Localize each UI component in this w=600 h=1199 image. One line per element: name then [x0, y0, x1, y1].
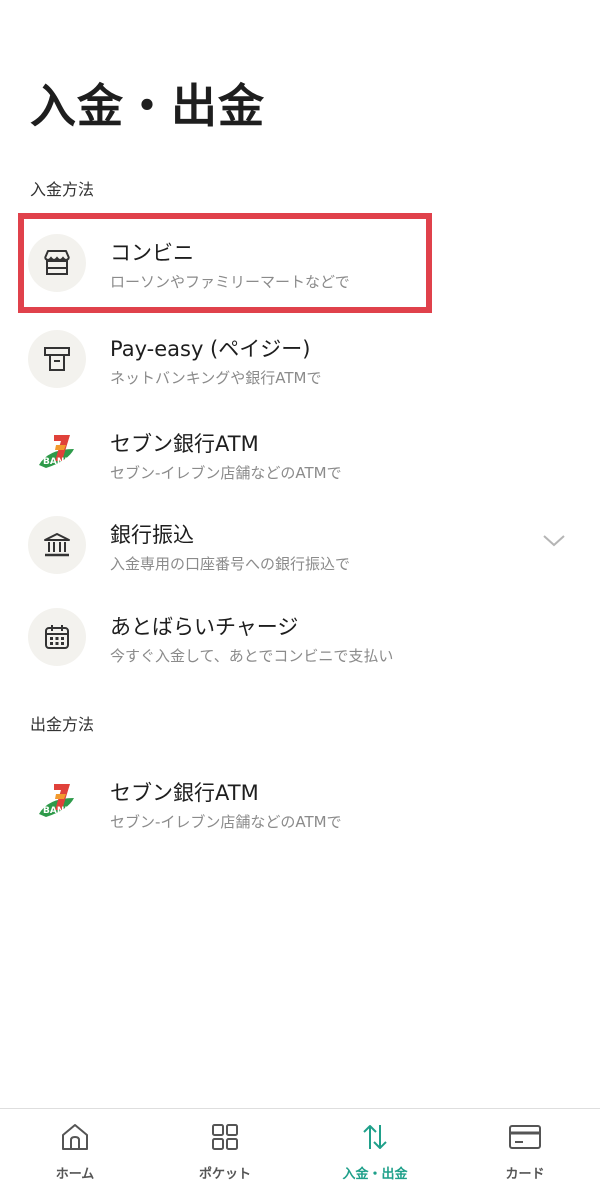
item-subtitle: 今すぐ入金して、あとでコンビニで支払い	[110, 647, 394, 665]
tab-label: ポケット	[198, 1167, 251, 1182]
grid-icon	[212, 1124, 238, 1150]
deposit-item-bank-transfer[interactable]: 銀行振込 入金専用の口座番号への銀行振込で	[0, 499, 600, 591]
store-icon	[28, 234, 86, 292]
home-icon	[62, 1124, 88, 1150]
item-title: あとばらいチャージ	[110, 615, 299, 639]
item-title: 銀行振込	[110, 523, 194, 547]
deposit-item-seven-bank-atm[interactable]: BANK セブン銀行ATM セブン-イレブン店舗などのATMで	[0, 408, 600, 500]
tab-home[interactable]: ホーム	[0, 1109, 150, 1199]
item-title: コンビニ	[110, 241, 194, 265]
card-icon	[509, 1125, 541, 1149]
seven-bank-logo-icon: BANK	[28, 774, 86, 832]
page-title: 入金・出金	[30, 79, 265, 133]
item-subtitle: ネットバンキングや銀行ATMで	[110, 369, 322, 387]
bank-icon	[28, 516, 86, 574]
tab-pocket[interactable]: ポケット	[150, 1109, 300, 1199]
tab-label: 入金・出金	[342, 1167, 408, 1182]
transfer-arrows-icon	[363, 1125, 387, 1149]
deposit-item-atobarai-charge[interactable]: あとばらいチャージ 今すぐ入金して、あとでコンビニで支払い	[0, 591, 600, 683]
deposit-section-label: 入金方法	[30, 180, 95, 199]
deposit-item-convenience-store[interactable]: コンビニ ローソンやファミリーマートなどで	[0, 217, 600, 309]
item-title: セブン銀行ATM	[110, 781, 259, 805]
deposit-item-pay-easy[interactable]: Pay-easy (ペイジー) ネットバンキングや銀行ATMで	[0, 313, 600, 405]
atm-icon	[28, 330, 86, 388]
withdraw-item-seven-bank-atm[interactable]: BANK セブン銀行ATM セブン-イレブン店舗などのATMで	[0, 757, 600, 849]
item-subtitle: セブン-イレブン店舗などのATMで	[110, 813, 342, 831]
tab-label: ホーム	[55, 1167, 95, 1182]
item-subtitle: ローソンやファミリーマートなどで	[110, 273, 350, 291]
seven-bank-logo-icon: BANK	[28, 425, 86, 483]
tab-deposit-withdraw[interactable]: 入金・出金	[300, 1109, 450, 1199]
logo-bank-text: BANK	[43, 457, 72, 467]
tab-card[interactable]: カード	[450, 1109, 600, 1199]
logo-bank-text: BANK	[43, 806, 72, 816]
item-title: セブン銀行ATM	[110, 432, 259, 456]
item-title: Pay-easy (ペイジー)	[110, 337, 311, 361]
calendar-icon	[28, 608, 86, 666]
withdraw-section-label: 出金方法	[30, 715, 95, 734]
bottom-tab-bar: ホーム ポケット 入金・出金 カード	[0, 1108, 600, 1199]
tab-label: カード	[505, 1167, 545, 1182]
item-subtitle: 入金専用の口座番号への銀行振込で	[110, 555, 351, 573]
chevron-down-icon[interactable]	[542, 533, 566, 552]
item-subtitle: セブン-イレブン店舗などのATMで	[110, 464, 342, 482]
deposit-withdraw-screen: 入金・出金 入金方法 コンビニ ローソンやファミリーマートなどで Pay-eas…	[0, 0, 600, 1199]
